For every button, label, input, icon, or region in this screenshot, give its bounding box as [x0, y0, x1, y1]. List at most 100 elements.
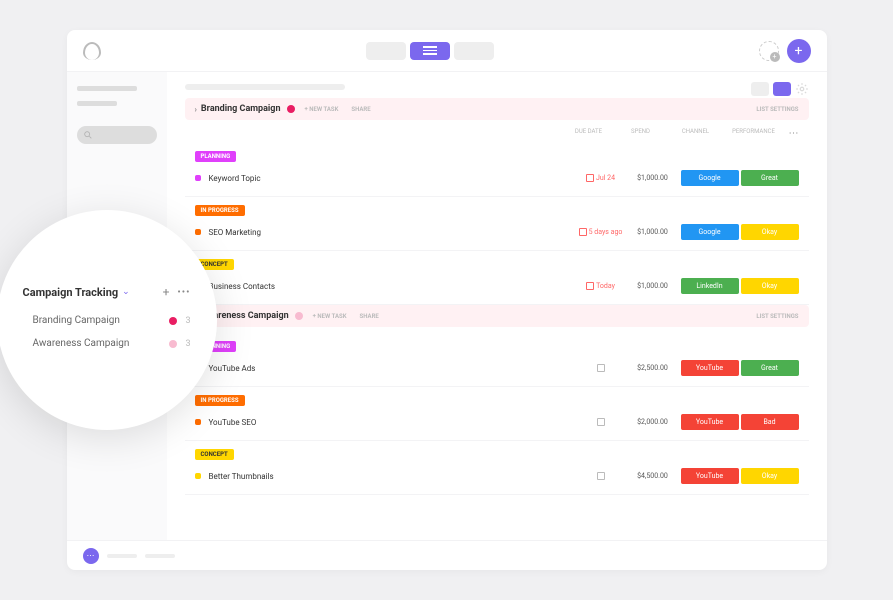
- popover-item-label: Branding Campaign: [33, 315, 120, 326]
- task-row[interactable]: YouTube SEO $2,000.00YouTubeBad: [185, 408, 809, 441]
- more-columns-icon[interactable]: ⋯: [789, 128, 799, 139]
- col-spend: SPEND: [615, 128, 667, 139]
- task-row[interactable]: SEO Marketing 5 days ago$1,000.00GoogleO…: [185, 218, 809, 251]
- add-list-button[interactable]: +: [163, 285, 170, 299]
- new-task-link[interactable]: + NEW TASK: [305, 106, 339, 113]
- toggle-option[interactable]: [751, 82, 769, 96]
- task-name: SEO Marketing: [209, 228, 575, 237]
- col-channel: CHANNEL: [667, 128, 725, 139]
- main-content: ›Branding Campaign+ NEW TASK SHARELIST S…: [167, 72, 827, 540]
- view-switcher: [366, 42, 494, 60]
- more-icon[interactable]: •••: [177, 287, 190, 298]
- popover-item-count: 3: [185, 316, 190, 326]
- folder-header[interactable]: ›Awareness Campaign+ NEW TASK SHARELIST …: [185, 305, 809, 327]
- performance-chip[interactable]: Okay: [741, 278, 799, 294]
- new-task-link[interactable]: + NEW TASK: [313, 313, 347, 320]
- task-spend: $2,500.00: [627, 364, 679, 372]
- task-due[interactable]: 5 days ago: [575, 228, 627, 236]
- col-due: DUE DATE: [563, 128, 615, 139]
- task-name: YouTube SEO: [209, 418, 575, 427]
- status-bullet: [195, 175, 201, 181]
- col-performance: PERFORMANCE: [725, 128, 783, 139]
- channel-chip[interactable]: LinkedIn: [681, 278, 739, 294]
- popover-title[interactable]: Campaign Tracking: [23, 286, 119, 299]
- task-due[interactable]: Today: [575, 282, 627, 290]
- color-dot: [169, 340, 177, 348]
- column-headers: DUE DATESPENDCHANNELPERFORMANCE ⋯: [185, 126, 809, 143]
- top-bar: +: [67, 30, 827, 72]
- list-settings-link[interactable]: LIST SETTINGS: [756, 106, 798, 113]
- channel-chip[interactable]: Google: [681, 170, 739, 186]
- breadcrumb-skeleton: [185, 84, 345, 90]
- task-spend: $2,000.00: [627, 418, 679, 426]
- task-due[interactable]: Jul 24: [575, 174, 627, 182]
- calendar-icon[interactable]: [597, 472, 605, 480]
- list-settings-link[interactable]: LIST SETTINGS: [756, 313, 798, 320]
- performance-chip[interactable]: Great: [741, 170, 799, 186]
- share-link[interactable]: SHARE: [348, 106, 370, 113]
- color-dot: [295, 312, 303, 320]
- performance-chip[interactable]: Okay: [741, 224, 799, 240]
- calendar-icon[interactable]: [597, 364, 605, 372]
- task-row[interactable]: Better Thumbnails $4,500.00YouTubeOkay: [185, 462, 809, 495]
- status-label[interactable]: IN PROGRESS: [195, 395, 245, 406]
- channel-chip[interactable]: Google: [681, 224, 739, 240]
- popover-item[interactable]: Branding Campaign 3: [23, 309, 191, 332]
- status-label[interactable]: PLANNING: [195, 151, 237, 162]
- performance-chip[interactable]: Bad: [741, 414, 799, 430]
- calendar-icon: [586, 174, 594, 182]
- status-label[interactable]: CONCEPT: [195, 449, 234, 460]
- task-row[interactable]: YouTube Ads $2,500.00YouTubeGreat: [185, 354, 809, 387]
- status-bullet: [195, 419, 201, 425]
- folder-header[interactable]: ›Branding Campaign+ NEW TASK SHARELIST S…: [185, 98, 809, 120]
- task-spend: $1,000.00: [627, 282, 679, 290]
- popover-item[interactable]: Awareness Campaign3: [23, 332, 191, 355]
- channel-chip[interactable]: YouTube: [681, 468, 739, 484]
- list-icon: [423, 46, 437, 55]
- app-window: + ›Branding Campaign+ NEW TASK SHARELIST…: [67, 30, 827, 570]
- invite-avatar[interactable]: [759, 41, 779, 61]
- channel-chip[interactable]: YouTube: [681, 360, 739, 376]
- task-name: Business Contacts: [209, 282, 575, 291]
- chat-button[interactable]: ⋯: [83, 548, 99, 564]
- status-label[interactable]: IN PROGRESS: [195, 205, 245, 216]
- chevron-down-icon[interactable]: ⌄: [122, 287, 130, 297]
- task-due[interactable]: [575, 472, 627, 480]
- task-name: YouTube Ads: [209, 364, 575, 373]
- task-spend: $4,500.00: [627, 472, 679, 480]
- bottom-skeleton: [107, 554, 137, 558]
- share-link[interactable]: SHARE: [357, 313, 379, 320]
- view-tab-other[interactable]: [454, 42, 494, 60]
- search-icon: [83, 130, 93, 140]
- view-tab-list[interactable]: [410, 42, 450, 60]
- task-spend: $1,000.00: [627, 174, 679, 182]
- calendar-icon[interactable]: [597, 418, 605, 426]
- task-name: Better Thumbnails: [209, 472, 575, 481]
- search-input[interactable]: [77, 126, 157, 144]
- task-name: Keyword Topic: [209, 174, 575, 183]
- color-dot: [169, 317, 177, 325]
- task-due[interactable]: [575, 364, 627, 372]
- popover-item-count: 3: [185, 339, 190, 349]
- performance-chip[interactable]: Great: [741, 360, 799, 376]
- status-bullet: [195, 473, 201, 479]
- gear-icon[interactable]: [795, 82, 809, 96]
- toggle-option-active[interactable]: [773, 82, 791, 96]
- popover-header: Campaign Tracking ⌄ + •••: [23, 285, 191, 299]
- chat-icon: ⋯: [87, 551, 95, 560]
- task-row[interactable]: Keyword Topic Jul 24$1,000.00GoogleGreat: [185, 164, 809, 197]
- performance-chip[interactable]: Okay: [741, 468, 799, 484]
- color-dot: [287, 105, 295, 113]
- chevron-right-icon: ›: [195, 105, 197, 114]
- calendar-icon: [586, 282, 594, 290]
- sidebar-skeleton: [77, 86, 137, 91]
- add-button[interactable]: +: [787, 39, 811, 63]
- bottom-bar: ⋯: [67, 540, 827, 570]
- layout-toggle: [751, 82, 809, 96]
- task-due[interactable]: [575, 418, 627, 426]
- sidebar-popover: Campaign Tracking ⌄ + ••• Branding Campa…: [0, 210, 217, 430]
- bottom-skeleton: [145, 554, 175, 558]
- view-tab-board[interactable]: [366, 42, 406, 60]
- task-row[interactable]: Business Contacts Today$1,000.00LinkedIn…: [185, 272, 809, 305]
- channel-chip[interactable]: YouTube: [681, 414, 739, 430]
